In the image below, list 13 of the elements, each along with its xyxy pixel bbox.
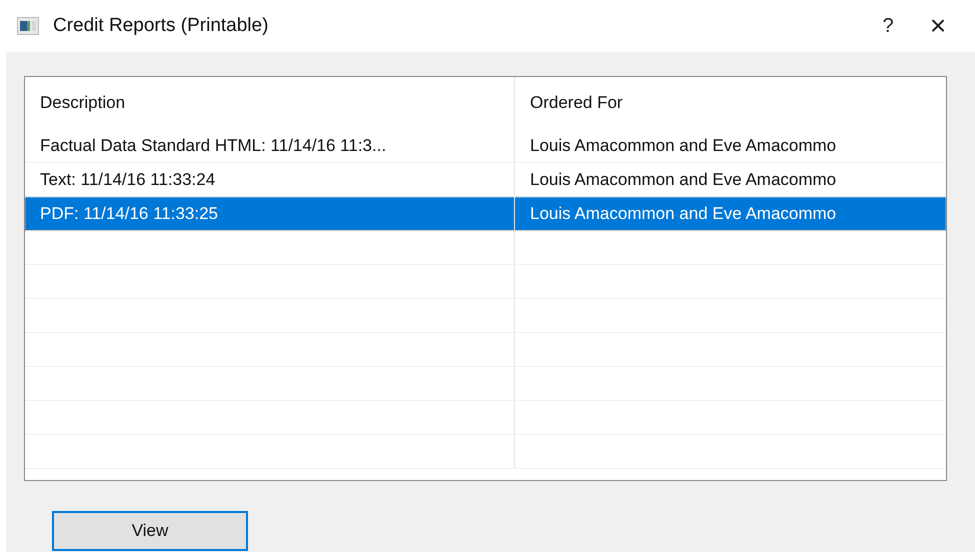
help-button[interactable]: ? <box>863 6 913 46</box>
table-cell: PDF: 11/14/16 11:33:25 <box>25 197 515 230</box>
table-cell-text: Louis Amacommon and Eve Amacommo <box>529 134 838 156</box>
close-button[interactable]: × <box>913 6 963 46</box>
list-row[interactable]: Factual Data Standard HTML: 11/14/16 11:3... Louis Amacommon and Eve Amacommo <box>25 129 946 163</box>
table-cell: Factual Data Standard HTML: 11/14/16 11:3... <box>25 129 515 162</box>
table-cell: Text: 11/14/16 11:33:24 <box>25 163 515 196</box>
window-title: Credit Reports (Printable) <box>53 15 268 37</box>
table-cell-text: Louis Amacommon and Eve Amacommo <box>529 168 838 190</box>
table-cell-text: Louis Amacommon and Eve Amacommo <box>529 202 838 224</box>
list-row[interactable]: PDF: 11/14/16 11:33:25 Louis Amacommon and Eve Amacommo <box>25 197 946 231</box>
view-button[interactable]: View <box>52 511 248 551</box>
window-icon <box>17 17 39 35</box>
